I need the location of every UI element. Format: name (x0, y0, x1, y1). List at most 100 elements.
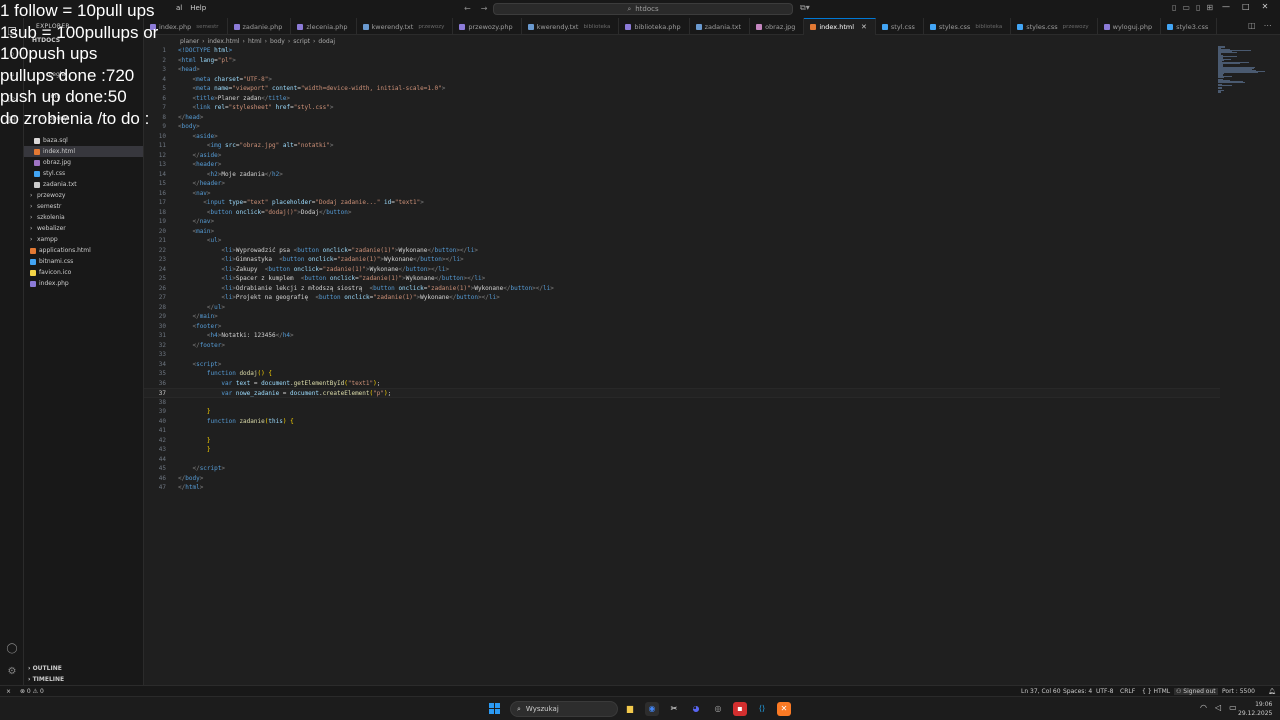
code-line[interactable]: 45 </script> (144, 464, 1220, 474)
split-editor-icon[interactable]: ◫ (1248, 21, 1256, 30)
editor-tab[interactable]: zadania.txt (690, 18, 751, 35)
editor-tab[interactable]: style3.css (1161, 18, 1218, 35)
code-line[interactable]: 10 <aside> (144, 132, 1220, 142)
breadcrumb-item[interactable]: script (293, 38, 310, 45)
minimap[interactable] (1218, 46, 1268, 96)
remote-icon[interactable]: ⨯ (6, 688, 11, 695)
code-line[interactable]: 6 <title>Planer zadan</title> (144, 94, 1220, 104)
code-line[interactable]: 15 </header> (144, 179, 1220, 189)
speaker-icon[interactable]: ◁ (1215, 703, 1221, 712)
wifi-icon[interactable]: ◠ (1200, 703, 1207, 712)
customize-layout-icon[interactable]: ⊞ (1206, 3, 1213, 12)
tree-item[interactable]: applications.html (24, 245, 143, 256)
language-mode[interactable]: { } HTML (1142, 688, 1170, 695)
code-line[interactable]: 23 <li>Gimnastyka <button onclick="zadan… (144, 255, 1220, 265)
code-line[interactable]: 44 (144, 455, 1220, 465)
clock[interactable]: 19:06 29.12.2025 (1238, 700, 1272, 718)
code-line[interactable]: 2 <html lang="pl"> (144, 56, 1220, 66)
breadcrumb-item[interactable]: body (270, 38, 285, 45)
editor-tab[interactable]: kwerendy.txt biblioteka (522, 18, 620, 35)
editor-tab[interactable]: biblioteka.php (619, 18, 690, 35)
minimize-icon[interactable]: — (1222, 2, 1230, 11)
encoding[interactable]: UTF-8 (1096, 688, 1114, 695)
code-line[interactable]: 21 <ul> (144, 236, 1220, 246)
editor-tab[interactable]: zlecenia.php (291, 18, 357, 35)
code-line[interactable]: 9 <body> (144, 122, 1220, 132)
toggle-secondary-sidebar-icon[interactable]: ▯ (1196, 3, 1200, 12)
tree-item[interactable]: › szkolenia (24, 212, 143, 223)
code-line[interactable]: 34 <script> (144, 360, 1220, 370)
notifications-icon[interactable]: 🔔︎ (1268, 688, 1276, 695)
editor-tab[interactable]: styles.css przewozy (1011, 18, 1098, 35)
tree-item[interactable]: favicon.ico (24, 267, 143, 278)
start-windows-icon[interactable] (489, 703, 501, 715)
tree-item[interactable]: baza.sql (24, 135, 143, 146)
editor-tab[interactable]: obraz.jpg (750, 18, 805, 35)
code-line[interactable]: 8 </head> (144, 113, 1220, 123)
outline-section[interactable]: › OUTLINE (24, 663, 144, 674)
tree-item[interactable]: styl.css (24, 168, 143, 179)
code-line[interactable]: 40 function zadanie(this) { (144, 417, 1220, 427)
code-line[interactable]: 47 </html> (144, 483, 1220, 493)
code-line[interactable]: 3 <head> (144, 65, 1220, 75)
code-line[interactable]: 22 <li>Wyprowadzić psa <button onclick="… (144, 246, 1220, 256)
toggle-panel-icon[interactable]: ▭ (1182, 3, 1190, 12)
editor-tab[interactable]: kwerendy.txt przewozy (357, 18, 454, 35)
tree-item[interactable]: obraz.jpg (24, 157, 143, 168)
close-window-icon[interactable]: ✕ (1262, 2, 1269, 11)
code-line[interactable]: 31 <h4>Notatki: 123456</h4> (144, 331, 1220, 341)
line-ending[interactable]: CRLF (1120, 688, 1135, 695)
code-line[interactable]: 1 <!DOCTYPE html> (144, 46, 1220, 56)
code-line[interactable]: 11 <img src="obraz.jpg" alt="notatki"> (144, 141, 1220, 151)
tree-item[interactable]: index.php (24, 278, 143, 289)
vscode-icon[interactable]: ⟨⟩ (755, 702, 769, 716)
code-line[interactable]: 24 <li>Zakupy <button onclick="zadanie(1… (144, 265, 1220, 275)
code-line[interactable]: 30 <footer> (144, 322, 1220, 332)
code-line[interactable]: 16 <nav> (144, 189, 1220, 199)
tree-item[interactable]: bitnami.css (24, 256, 143, 267)
code-editor[interactable]: 1 <!DOCTYPE html> 2 <html lang="pl"> 3 <head>… (144, 46, 1220, 685)
code-line[interactable]: 13 <header> (144, 160, 1220, 170)
xampp-icon[interactable]: ✕ (777, 702, 791, 716)
code-line[interactable]: 4 <meta charset="UTF-8"> (144, 75, 1220, 85)
file-explorer-icon[interactable]: ▆ (623, 702, 637, 716)
editor-tab[interactable]: przewozy.php (453, 18, 522, 35)
code-line[interactable]: 43 } (144, 445, 1220, 455)
code-line[interactable]: 29 </main> (144, 312, 1220, 322)
taskbar-search[interactable]: ⌕ Wyszukaj (510, 701, 618, 717)
editor-tab[interactable]: index.html ✕ (804, 18, 876, 35)
code-line[interactable]: 41 (144, 426, 1220, 436)
code-line[interactable]: 17 <input type="text" placeholder="Dodaj… (144, 198, 1220, 208)
code-line[interactable]: 18 <button onclick="dodaj()">Dodaj</butt… (144, 208, 1220, 218)
maximize-icon[interactable]: □ (1242, 2, 1250, 11)
toggle-sidebar-icon[interactable]: ▯ (1172, 3, 1176, 12)
back-arrow-icon[interactable]: ← (464, 4, 471, 13)
code-line[interactable]: 20 <main> (144, 227, 1220, 237)
code-line[interactable]: 26 <li>Odrabianie lekcji z młodszą siost… (144, 284, 1220, 294)
cursor-position[interactable]: Ln 37, Col 60 (1021, 688, 1061, 695)
chrome-icon[interactable]: ◉ (645, 702, 659, 716)
more-actions-icon[interactable]: ⋯ (1264, 21, 1272, 30)
code-line[interactable]: 42 } (144, 436, 1220, 446)
code-line[interactable]: 37 var nowe_zadanie = document.createEle… (144, 388, 1220, 398)
copilot-icon[interactable]: ⧉▾ (800, 3, 810, 13)
code-line[interactable]: 36 var text = document.getElementById("t… (144, 379, 1220, 389)
tree-item[interactable]: › przewozy (24, 190, 143, 201)
editor-tab[interactable]: styl.css (876, 18, 924, 35)
editor-tab[interactable]: styles.css biblioteka (924, 18, 1012, 35)
breadcrumb-item[interactable]: html (248, 38, 262, 45)
editor-tab[interactable]: zadanie.php (228, 18, 292, 35)
tree-item[interactable]: › semestr (24, 201, 143, 212)
command-center[interactable]: ⌕ htdocs (493, 3, 793, 15)
code-line[interactable]: 39 } (144, 407, 1220, 417)
settings-gear-icon[interactable]: ⚙ (5, 665, 19, 679)
live-server-port[interactable]: Port : 5500 (1222, 688, 1255, 695)
code-line[interactable]: 5 <meta name="viewport" content="width=d… (144, 84, 1220, 94)
code-line[interactable]: 7 <link rel="stylesheet" href="styl.css"… (144, 103, 1220, 113)
battery-icon[interactable]: ▭ (1229, 703, 1237, 712)
problems-indicator[interactable]: ⊗ 0 ⚠ 0 (20, 688, 44, 695)
tree-item[interactable]: › webalizer (24, 223, 143, 234)
indentation[interactable]: Spaces: 4 (1063, 688, 1092, 695)
forward-arrow-icon[interactable]: → (481, 4, 488, 13)
code-line[interactable]: 35 function dodaj() { (144, 369, 1220, 379)
